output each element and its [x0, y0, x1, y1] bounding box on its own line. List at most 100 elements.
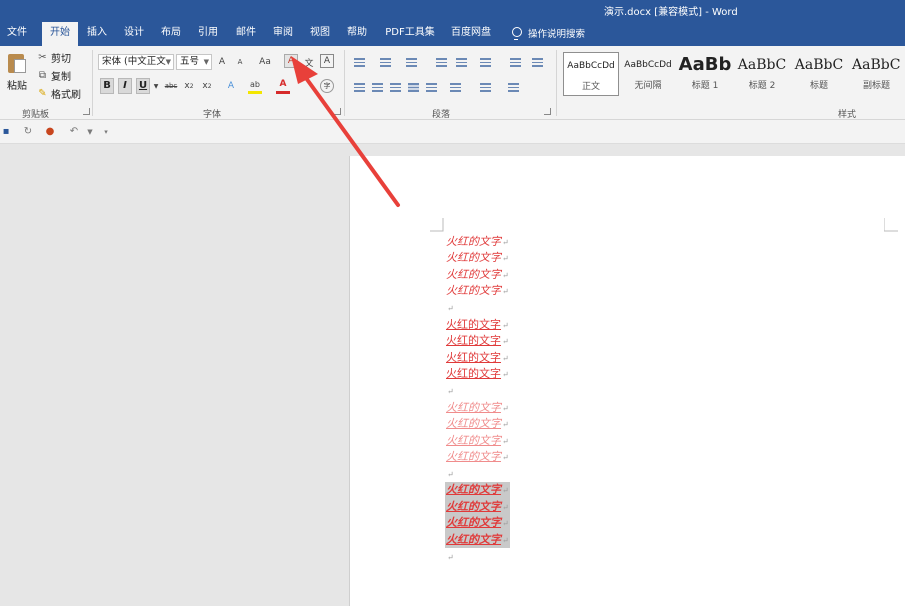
tab-pdf-tools[interactable]: PDF工具集: [380, 20, 440, 46]
tab-layout[interactable]: 布局: [154, 20, 188, 46]
text-line[interactable]: 火红的文字↵: [446, 532, 509, 548]
undo-icon[interactable]: ↶: [68, 126, 80, 138]
style-normal[interactable]: AaBbCcDd 正文: [563, 52, 619, 96]
text-line[interactable]: 火红的文字↵: [446, 317, 509, 333]
clipboard-launcher-icon[interactable]: [83, 108, 90, 115]
font-color-button[interactable]: A: [276, 77, 290, 91]
sort-icon[interactable]: [510, 58, 521, 67]
font-name-combo[interactable]: 宋体 (中文正文 ▼: [98, 54, 174, 70]
underline-button[interactable]: U: [136, 78, 150, 94]
style-heading-2[interactable]: AaBbC 标题 2: [734, 52, 790, 96]
phonetic-guide-button[interactable]: 文: [302, 55, 316, 69]
text-line[interactable]: 火红的文字↵: [446, 250, 509, 266]
paste-icon[interactable]: [8, 52, 28, 74]
shrink-font-button[interactable]: A: [233, 55, 247, 69]
style-preview: AaBbC: [794, 57, 844, 73]
shading-icon[interactable]: [480, 83, 491, 92]
text-line[interactable]: 火红的文字↵: [446, 366, 509, 382]
justify-icon[interactable]: [408, 83, 419, 92]
grow-font-button[interactable]: A: [215, 55, 229, 69]
tab-references[interactable]: 引用: [191, 20, 225, 46]
text-line[interactable]: 火红的文字↵: [446, 416, 509, 432]
font-size-value: 五号: [180, 56, 200, 67]
paragraph-group-label: 段落: [432, 110, 451, 120]
distributed-icon[interactable]: [426, 83, 437, 92]
font-size-combo[interactable]: 五号 ▼: [176, 54, 212, 70]
style-heading-1[interactable]: AaBb 标题 1: [677, 52, 733, 96]
show-marks-icon[interactable]: [532, 58, 543, 67]
multilevel-list-icon[interactable]: [406, 58, 417, 67]
font-launcher-icon[interactable]: [334, 108, 341, 115]
text-line[interactable]: 火红的文字↵: [446, 515, 509, 531]
italic-button[interactable]: I: [118, 78, 132, 94]
strikethrough-button[interactable]: abc: [162, 79, 180, 93]
text-line[interactable]: 火红的文字↵: [446, 400, 509, 416]
style-no-spacing[interactable]: AaBbCcDd 无间隔: [620, 52, 676, 96]
character-border-button[interactable]: A: [320, 54, 334, 68]
tab-home[interactable]: 开始: [42, 22, 78, 46]
align-center-icon[interactable]: [372, 83, 383, 92]
decrease-indent-icon[interactable]: [436, 58, 447, 67]
empty-line[interactable]: ↵: [446, 466, 454, 482]
enclose-characters-button[interactable]: 字: [320, 79, 334, 93]
chevron-down-icon[interactable]: ▼: [84, 126, 96, 138]
underline-dropdown[interactable]: ▼: [152, 79, 160, 93]
text-line[interactable]: 火红的文字↵: [446, 283, 509, 299]
autosave-icon[interactable]: ↻: [22, 126, 34, 138]
text-line[interactable]: 火红的文字↵: [446, 333, 509, 349]
cut-button[interactable]: ✂ 剪切: [37, 50, 71, 65]
style-name: 副标题: [862, 81, 890, 91]
paragraph-launcher-icon[interactable]: [544, 108, 551, 115]
format-painter-button[interactable]: ✎ 格式刷: [37, 86, 81, 101]
bold-button[interactable]: B: [100, 78, 114, 94]
align-right-icon[interactable]: [390, 83, 401, 92]
copy-button[interactable]: ⧉ 复制: [37, 68, 71, 83]
empty-line[interactable]: ↵: [446, 300, 454, 316]
text-line[interactable]: 火红的文字↵: [446, 499, 509, 515]
tab-design[interactable]: 设计: [117, 20, 151, 46]
tab-baidu-netdisk[interactable]: 百度网盘: [445, 20, 497, 46]
ribbon-tabs: 文件 开始 插入 设计 布局 引用 邮件 审阅 视图 帮助 PDF工具集 百度网…: [0, 20, 905, 46]
increase-indent-icon[interactable]: [456, 58, 467, 67]
numbering-icon[interactable]: [380, 58, 391, 67]
bullets-icon[interactable]: [354, 58, 365, 67]
superscript-button[interactable]: x2: [200, 79, 214, 93]
tab-help[interactable]: 帮助: [340, 20, 374, 46]
customize-qat-icon[interactable]: ▾: [100, 126, 112, 138]
tab-view[interactable]: 视图: [303, 20, 337, 46]
quick-access-toolbar: ▪ ↻ ● ↶ ▼ ▾: [0, 120, 905, 144]
empty-line[interactable]: ↵: [446, 549, 454, 565]
font-color-icon: A: [279, 79, 287, 89]
text-line[interactable]: 火红的文字↵: [446, 350, 509, 366]
style-name: 标题 2: [748, 81, 776, 91]
clear-formatting-button[interactable]: A: [284, 54, 298, 68]
style-preview: AaBbC: [737, 57, 787, 73]
text-line[interactable]: 火红的文字↵: [446, 267, 509, 283]
tell-me-search[interactable]: 操作说明搜索: [511, 26, 585, 40]
highlight-button[interactable]: ab: [248, 77, 262, 91]
tab-mailings[interactable]: 邮件: [229, 20, 263, 46]
tab-insert[interactable]: 插入: [80, 20, 114, 46]
line-spacing-icon[interactable]: [450, 83, 461, 92]
margin-corner-mark: [884, 218, 898, 232]
text-line[interactable]: 火红的文字↵: [446, 433, 509, 449]
tab-review[interactable]: 审阅: [266, 20, 300, 46]
paste-button[interactable]: 粘贴: [7, 77, 27, 92]
style-subtitle[interactable]: AaBbC 副标题: [848, 52, 905, 96]
document-page[interactable]: 火红的文字↵ 火红的文字↵ 火红的文字↵ 火红的文字↵ ↵ 火红的文字↵ 火红的…: [349, 156, 905, 606]
highlight-color-swatch: [248, 91, 262, 94]
subscript-button[interactable]: x2: [182, 79, 196, 93]
text-line[interactable]: 火红的文字↵: [446, 234, 509, 250]
chinese-layout-icon[interactable]: [480, 58, 491, 67]
borders-icon[interactable]: [508, 83, 519, 92]
style-title[interactable]: AaBbC 标题: [791, 52, 847, 96]
empty-line[interactable]: ↵: [446, 383, 454, 399]
text-effects-button[interactable]: A: [224, 79, 238, 93]
text-line[interactable]: 火红的文字↵: [446, 482, 509, 498]
tab-file[interactable]: 文件: [0, 20, 34, 46]
office-icon[interactable]: ●: [44, 126, 56, 138]
save-icon[interactable]: ▪: [0, 126, 12, 138]
change-case-button[interactable]: Aa: [254, 55, 276, 69]
text-line[interactable]: 火红的文字↵: [446, 449, 509, 465]
align-left-icon[interactable]: [354, 83, 365, 92]
